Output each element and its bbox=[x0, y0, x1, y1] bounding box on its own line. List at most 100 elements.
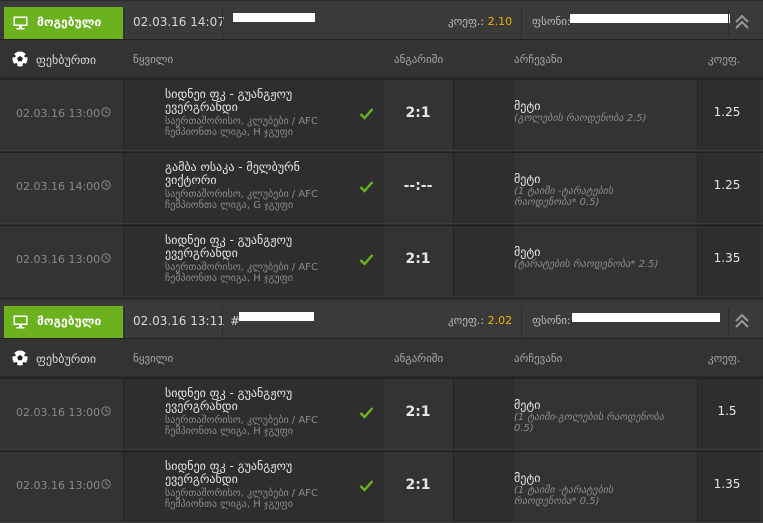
koef-label: კოეფ.: bbox=[448, 314, 485, 327]
clock-icon bbox=[101, 406, 111, 416]
spacer-cell bbox=[453, 153, 514, 223]
row-odds: 1.25 bbox=[713, 178, 741, 192]
ticket-koef: კოეფ.: 2.02 bbox=[448, 314, 512, 327]
col-event: ნყვილი bbox=[133, 352, 174, 365]
selection-detail: (გოლების რაოდენობა 2.5) bbox=[514, 113, 647, 124]
divider bbox=[521, 307, 522, 338]
clock-icon bbox=[101, 253, 111, 263]
status-badge: მოგებული bbox=[4, 306, 123, 338]
bet-row: 02.03.16 13:00 სიდნეი ფკ - გუანგჟოუ ევერ… bbox=[0, 451, 763, 523]
col-odds: კოეფ. bbox=[708, 53, 741, 66]
clock-icon bbox=[101, 479, 111, 489]
koef-value: 2.02 bbox=[487, 314, 513, 327]
col-selection: არჩევანი bbox=[514, 352, 563, 365]
col-odds: კოეფ. bbox=[708, 352, 741, 365]
selection-detail: (1 ტაიმი -ტარატების რაოდენობა* 0.5) bbox=[514, 485, 614, 507]
bet-row: 02.03.16 13:00 სიდნეი ფკ - გუანგჟოუ ევერ… bbox=[0, 79, 763, 151]
spacer-cell bbox=[453, 80, 514, 150]
selection: მეტი bbox=[514, 245, 541, 259]
redacted-stake bbox=[570, 14, 730, 23]
row-odds: 1.25 bbox=[713, 105, 741, 119]
match-league: საერთაშორისო, კლუბები / AFC ჩემპიონთა ლი… bbox=[165, 262, 318, 284]
spacer-cell bbox=[453, 379, 514, 449]
ticket-header: მოგებული 02.03.16 13:11 # კოეფ.: 2.02 ფს… bbox=[0, 299, 763, 339]
column-header: ფეხბურთი ნყვილი ანგარიში არჩევანი კოეფ. bbox=[0, 40, 763, 78]
football-icon bbox=[12, 51, 28, 67]
match-league: საერთაშორისო, კლუბები / AFC ჩემპიონთა ლი… bbox=[165, 116, 318, 138]
column-header: ფეხბურთი ნყვილი ანგარიში არჩევანი კოეფ. bbox=[0, 339, 763, 377]
match-league: საერთაშორისო, კლუბები / AFC ჩემპიონთა ლი… bbox=[165, 415, 318, 437]
selection: მეტი bbox=[514, 471, 541, 485]
fsoni-label: ფსონი: bbox=[532, 314, 571, 327]
selection-detail: (ტარატების რაოდენობა* 2.5) bbox=[514, 259, 659, 270]
divider bbox=[222, 8, 223, 39]
monitor-icon bbox=[13, 315, 28, 329]
ticket-datetime: 02.03.16 14:07 bbox=[133, 15, 225, 29]
status-label: მოგებული bbox=[37, 15, 102, 29]
koef-label: კოეფ.: bbox=[448, 15, 485, 28]
divider bbox=[124, 8, 125, 39]
match-score: 2:1 bbox=[405, 251, 431, 267]
match-teams: სიდნეი ფკ - გუანგჟოუ ევერგრანდი bbox=[165, 87, 293, 114]
double-chevron-up-icon bbox=[735, 14, 749, 29]
ticket-koef: კოეფ.: 2.10 bbox=[448, 15, 512, 28]
match-score: 2:1 bbox=[405, 105, 431, 121]
col-event: ნყვილი bbox=[133, 53, 174, 66]
match-league: საერთაშორისო, კლუბები / AFC ჩემპიონთა ლი… bbox=[165, 189, 318, 211]
selection-detail: (1 ტაიმი -ტარატების რაოდენობა* 0.5) bbox=[514, 186, 614, 208]
match-date: 02.03.16 14:00 bbox=[16, 180, 101, 193]
checkmark-icon bbox=[359, 480, 374, 492]
clock-icon bbox=[101, 107, 111, 117]
redacted-stake bbox=[572, 313, 720, 322]
spacer-cell bbox=[453, 226, 514, 296]
selection: მეტი bbox=[514, 99, 541, 113]
match-teams: სიდნეი ფკ - გუანგჟოუ ევერგრანდი bbox=[165, 233, 293, 260]
match-teams: სიდნეი ფკ - გუანგჟოუ ევერგრანდი bbox=[165, 459, 293, 486]
row-odds: 1.35 bbox=[713, 251, 741, 265]
redacted-ticket-id bbox=[239, 312, 314, 321]
col-score: ანგარიში bbox=[394, 53, 444, 66]
fsoni-label: ფსონი: bbox=[532, 15, 571, 28]
match-score: 2:1 bbox=[405, 477, 431, 493]
bet-row: 02.03.16 14:00 გამბა ოსაკა - მელბურნ ვიქ… bbox=[0, 152, 763, 224]
sport-name: ფეხბურთი bbox=[36, 53, 97, 67]
col-selection: არჩევანი bbox=[514, 53, 563, 66]
selection-detail: (1 ტაიმი-გოლების რაოდენობა 0.5) bbox=[514, 412, 664, 434]
double-chevron-up-icon bbox=[735, 313, 749, 328]
clock-icon bbox=[101, 180, 111, 190]
sport-name: ფეხბურთი bbox=[36, 352, 97, 366]
match-league: საერთაშორისო, კლუბები / AFC ჩემპიონთა ლი… bbox=[165, 488, 318, 510]
col-score: ანგარიში bbox=[394, 352, 444, 365]
ticket: მოგებული 02.03.16 14:07 კოეფ.: 2.10 ფსონ… bbox=[0, 0, 763, 297]
spacer-cell bbox=[453, 452, 514, 522]
divider bbox=[124, 307, 125, 338]
match-score: 2:1 bbox=[405, 404, 431, 420]
selection: მეტი bbox=[514, 172, 541, 186]
checkmark-icon bbox=[359, 407, 374, 419]
checkmark-icon bbox=[359, 181, 374, 193]
match-date: 02.03.16 13:00 bbox=[16, 406, 101, 419]
row-odds: 1.5 bbox=[717, 404, 737, 418]
match-teams: სიდნეი ფკ - გუანგჟოუ ევერგრანდი bbox=[165, 386, 293, 413]
match-teams: გამბა ოსაკა - მელბურნ ვიქტორი bbox=[165, 160, 300, 187]
match-score: --:-- bbox=[403, 178, 433, 194]
row-odds: 1.35 bbox=[713, 477, 741, 491]
collapse-button[interactable] bbox=[728, 308, 755, 334]
collapse-button[interactable] bbox=[728, 9, 755, 35]
bet-row: 02.03.16 13:00 სიდნეი ფკ - გუანგჟოუ ევერ… bbox=[0, 378, 763, 450]
ticket-datetime: 02.03.16 13:11 bbox=[133, 314, 225, 328]
match-date: 02.03.16 13:00 bbox=[16, 479, 101, 492]
football-icon bbox=[12, 350, 28, 366]
selection: მეტი bbox=[514, 398, 541, 412]
divider bbox=[222, 307, 223, 338]
checkmark-icon bbox=[359, 254, 374, 266]
monitor-icon bbox=[13, 16, 28, 30]
bet-row: 02.03.16 13:00 სიდნეი ფკ - გუანგჟოუ ევერ… bbox=[0, 225, 763, 297]
koef-value: 2.10 bbox=[487, 15, 513, 28]
status-badge: მოგებული bbox=[4, 7, 123, 39]
match-date: 02.03.16 13:00 bbox=[16, 253, 101, 266]
divider bbox=[521, 8, 522, 39]
status-label: მოგებული bbox=[37, 314, 102, 328]
checkmark-icon bbox=[359, 108, 374, 120]
ticket: მოგებული 02.03.16 13:11 # კოეფ.: 2.02 ფს… bbox=[0, 299, 763, 523]
